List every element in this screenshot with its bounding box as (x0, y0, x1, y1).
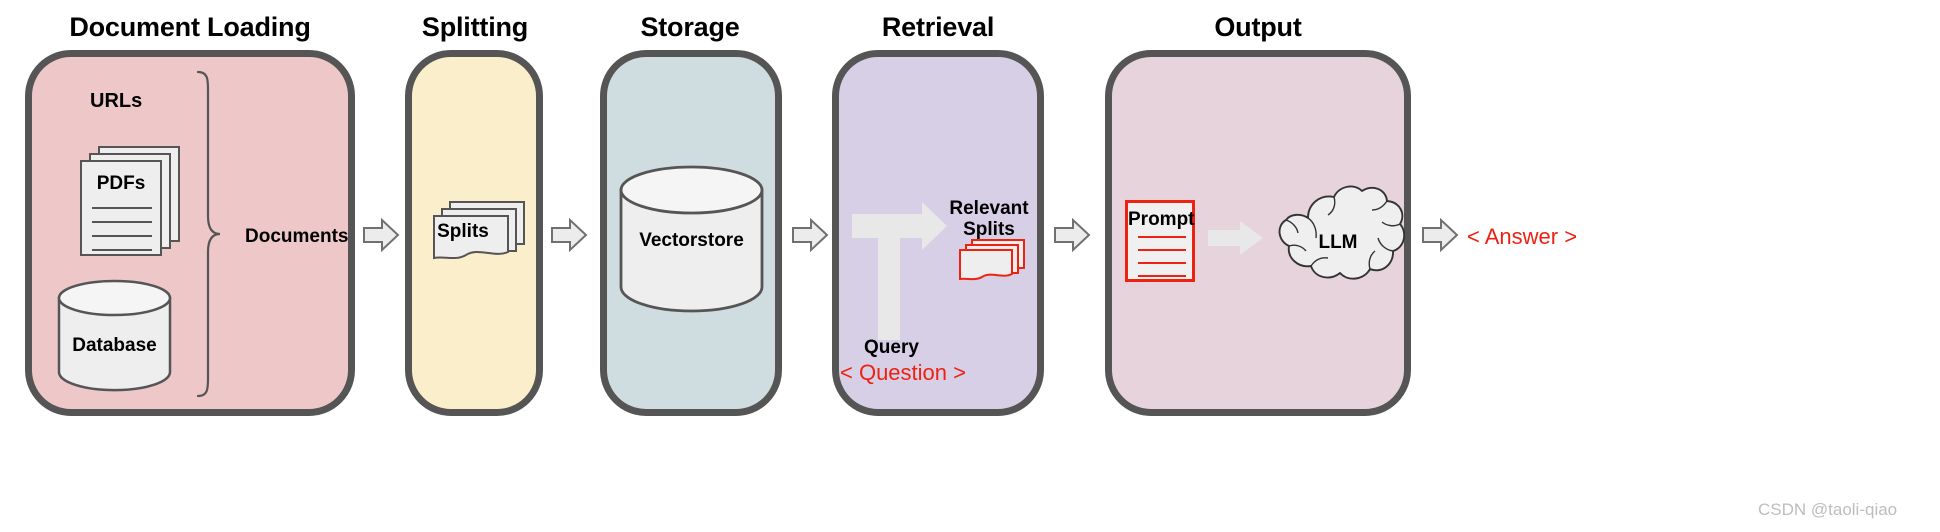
connector-arrow-4-icon (1054, 217, 1091, 253)
pdfs-label: PDFs (96, 173, 146, 194)
question-placeholder-label: < Question > (840, 360, 966, 385)
vectorstore-cylinder-icon: Vectorstore (618, 165, 765, 313)
pdf-rule-1 (92, 207, 152, 209)
documents-label: Documents (245, 226, 349, 247)
stage-title-splitting: Splitting (421, 12, 529, 42)
relevant-splits-stack-icon (958, 238, 1026, 286)
llm-label: LLM (1318, 232, 1358, 253)
prompt-rule-3 (1138, 262, 1186, 264)
watermark-text: CSDN @taoli-qiao (1758, 500, 1898, 519)
prompt-rule-4 (1138, 275, 1186, 277)
prompt-label: Prompt (1128, 209, 1195, 230)
stage-title-storage: Storage (640, 12, 740, 42)
stage-title-output: Output (1214, 12, 1302, 42)
llm-cloud-icon: LLM (1268, 180, 1408, 300)
curly-brace-icon (192, 70, 226, 398)
pdf-rule-3 (92, 235, 152, 237)
pdf-rule-4 (92, 249, 152, 251)
vectorstore-label: Vectorstore (639, 230, 744, 251)
connector-arrow-2-icon (551, 217, 588, 253)
relevant-splits-label-line1: Relevant (949, 198, 1029, 219)
splits-label: Splits (437, 221, 489, 242)
prompt-to-llm-arrow-icon (1208, 220, 1264, 258)
stage-title-document-loading: Document Loading (69, 12, 311, 42)
splits-document-stack-icon: Splits (432, 200, 526, 266)
database-label: Database (72, 335, 157, 356)
prompt-rule-1 (1138, 236, 1186, 238)
stage-title-retrieval: Retrieval (881, 12, 995, 42)
rag-pipeline-diagram: Document Loading Splitting Storage Retri… (0, 0, 1940, 532)
connector-arrow-3-icon (792, 217, 829, 253)
prompt-rule-2 (1138, 249, 1186, 251)
prompt-box: Prompt (1125, 200, 1195, 282)
pdf-document-stack-icon: PDFs (80, 146, 180, 256)
connector-arrow-5-icon (1422, 217, 1459, 253)
database-cylinder-icon: Database (57, 279, 172, 392)
query-label: Query (864, 337, 919, 358)
connector-arrow-1-icon (363, 217, 400, 253)
answer-placeholder-label: < Answer > (1467, 224, 1578, 249)
urls-label: URLs (90, 90, 143, 112)
pdf-sheet-front: PDFs (80, 160, 162, 256)
pdf-rule-2 (92, 221, 152, 223)
